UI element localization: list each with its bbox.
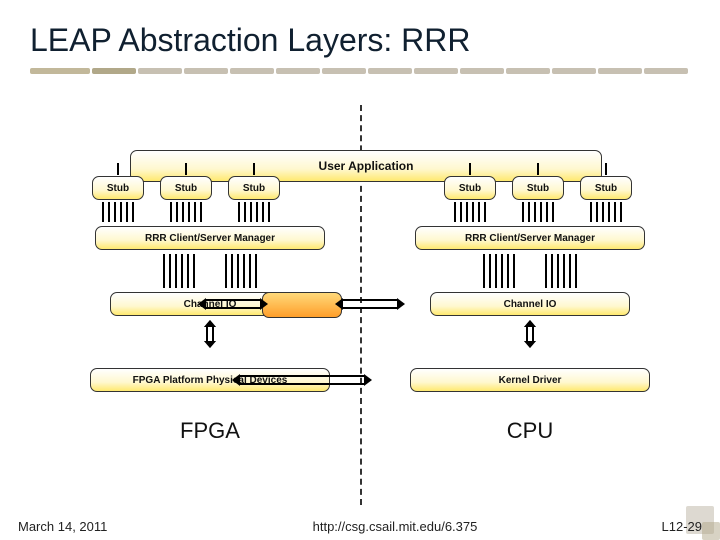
slide: LEAP Abstraction Layers: RRR User Applic… — [0, 0, 720, 540]
wires-stub-to-manager — [92, 202, 280, 222]
rrr-manager-box: RRR Client/Server Manager — [95, 226, 325, 250]
fpga-label: FPGA — [60, 418, 360, 444]
title-underline — [30, 68, 690, 74]
stub-label: Stub — [107, 183, 129, 194]
footer-url: http://csg.csail.mit.edu/6.375 — [168, 519, 622, 534]
fpga-stub-row: Stub Stub Stub — [92, 176, 280, 200]
wires-stub-to-manager — [444, 202, 632, 222]
kernel-driver-label: Kernel Driver — [499, 375, 562, 386]
stub-label: Stub — [243, 183, 265, 194]
stub-label: Stub — [595, 183, 617, 194]
stub-label: Stub — [527, 183, 549, 194]
channel-io-box: Channel IO — [430, 292, 630, 316]
rrr-manager-label: RRR Client/Server Manager — [465, 233, 595, 244]
kernel-driver-box: Kernel Driver — [410, 368, 650, 392]
arrow-platform-to-kernel — [232, 373, 372, 387]
cpu-stub-row: Stub Stub Stub — [444, 176, 632, 200]
wires-manager-to-channelio — [60, 254, 360, 288]
rrr-manager-label: RRR Client/Server Manager — [145, 233, 275, 244]
slide-title: LEAP Abstraction Layers: RRR — [30, 22, 471, 59]
stub-box: Stub — [580, 176, 632, 200]
channel-io-label: Channel IO — [504, 299, 557, 310]
stub-box: Stub — [512, 176, 564, 200]
footer-date: March 14, 2011 — [18, 519, 168, 534]
stub-box: Stub — [160, 176, 212, 200]
rrr-manager-box: RRR Client/Server Manager — [415, 226, 645, 250]
arrow-channelio-link-left — [198, 297, 268, 311]
stub-box: Stub — [444, 176, 496, 200]
footer: March 14, 2011 http://csg.csail.mit.edu/… — [0, 519, 720, 534]
stub-label: Stub — [175, 183, 197, 194]
arrow-channelio-link-right — [335, 297, 405, 311]
stub-box: Stub — [92, 176, 144, 200]
diagram: Stub Stub Stub RRR Client/Server Manager — [0, 120, 720, 500]
stub-label: Stub — [459, 183, 481, 194]
wires-app-to-stub — [92, 163, 280, 175]
footer-slidenum: L12-29 — [622, 519, 702, 534]
channelio-bridge-icon — [262, 292, 342, 318]
cpu-column: Stub Stub Stub RRR Client/Server Manager — [380, 120, 680, 500]
stub-box: Stub — [228, 176, 280, 200]
cpu-label: CPU — [380, 418, 680, 444]
wires-manager-to-channelio — [380, 254, 680, 288]
wires-app-to-stub — [444, 163, 632, 175]
